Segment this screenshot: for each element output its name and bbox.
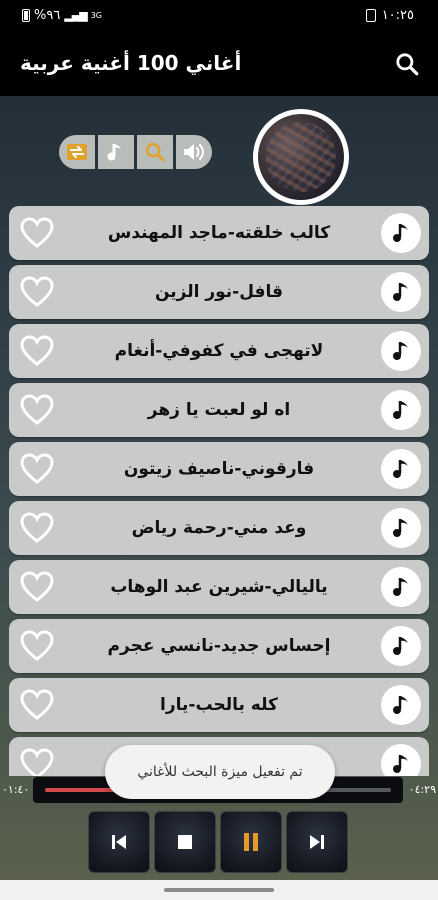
song-item[interactable]: قافل-نور الزين xyxy=(9,265,429,319)
signal-icon: ▂▄▆ xyxy=(64,9,87,22)
next-button[interactable] xyxy=(286,811,348,873)
music-note-icon xyxy=(393,578,408,596)
music-note-icon xyxy=(393,460,408,478)
previous-icon xyxy=(112,835,126,849)
heart-icon[interactable] xyxy=(19,452,55,486)
song-item[interactable]: كله بالحب-يارا xyxy=(9,678,429,732)
battery-percent: %٩٦ xyxy=(34,8,61,23)
battery-icon xyxy=(22,9,30,22)
toast-message: تم تفعيل ميزة البحث للأغاني xyxy=(105,745,335,799)
song-title: كالب خلقته-ماجد المهندس xyxy=(107,223,331,243)
song-item[interactable]: كالب خلقته-ماجد المهندس xyxy=(9,206,429,260)
music-note-icon xyxy=(393,401,408,419)
sim-icon xyxy=(365,9,376,22)
next-icon xyxy=(310,835,324,849)
music-note-icon xyxy=(107,144,121,161)
app-title: أغاني 100 أغنية عربية xyxy=(20,51,242,75)
pause-icon xyxy=(244,833,258,851)
heart-icon[interactable] xyxy=(19,393,55,427)
song-item[interactable]: ياليالي-شيرين عبد الوهاب xyxy=(9,560,429,614)
music-note-icon xyxy=(393,696,408,714)
song-title: ياليالي-شيرين عبد الوهاب xyxy=(110,577,328,597)
heart-icon[interactable] xyxy=(19,688,55,722)
pause-button[interactable] xyxy=(220,811,282,873)
song-item[interactable]: لاتهجى في كفوفي-أنغام xyxy=(9,324,429,378)
note-button[interactable] xyxy=(381,508,421,548)
search-icon[interactable] xyxy=(394,51,420,77)
music-note-button[interactable] xyxy=(98,135,134,169)
song-title: فارقوني-ناصيف زيتون xyxy=(123,459,315,479)
heart-icon[interactable] xyxy=(19,334,55,368)
player-controls xyxy=(88,811,348,873)
music-note-icon xyxy=(393,283,408,301)
song-item[interactable]: وعد مني-رحمة رياض xyxy=(9,501,429,555)
status-left: %٩٦ ▂▄▆ 3G xyxy=(22,8,102,23)
heart-icon[interactable] xyxy=(19,747,55,776)
song-title: لاتهجى في كفوفي-أنغام xyxy=(114,341,324,361)
volume-icon xyxy=(184,144,204,160)
note-button[interactable] xyxy=(381,567,421,607)
note-button[interactable] xyxy=(381,626,421,666)
status-right: ١٠:٢٥ xyxy=(365,8,414,23)
song-title: كله بالحب-يارا xyxy=(160,695,278,715)
heart-icon[interactable] xyxy=(19,216,55,250)
stop-button[interactable] xyxy=(154,811,216,873)
status-bar: %٩٦ ▂▄▆ 3G ١٠:٢٥ xyxy=(0,0,438,34)
stop-icon xyxy=(178,835,192,849)
song-list: كالب خلقته-ماجد المهندس قافل-نور الزين ل… xyxy=(9,206,429,776)
music-note-icon xyxy=(393,342,408,360)
note-button[interactable] xyxy=(381,390,421,430)
music-note-icon xyxy=(393,755,408,773)
heart-icon[interactable] xyxy=(19,570,55,604)
song-title: إحساس جديد-نانسي عجرم xyxy=(107,636,331,656)
heart-icon[interactable] xyxy=(19,275,55,309)
heart-icon[interactable] xyxy=(19,629,55,663)
note-button[interactable] xyxy=(381,272,421,312)
repeat-button[interactable] xyxy=(59,135,95,169)
status-time: ١٠:٢٥ xyxy=(381,8,414,23)
note-button[interactable] xyxy=(381,331,421,371)
home-handle[interactable] xyxy=(164,888,274,892)
previous-button[interactable] xyxy=(88,811,150,873)
album-cover xyxy=(253,109,349,205)
total-duration: ٠٤:٢٩ xyxy=(408,783,436,796)
repeat-icon xyxy=(67,144,87,160)
search-songs-button[interactable] xyxy=(137,135,173,169)
music-note-icon xyxy=(393,637,408,655)
search-icon xyxy=(145,142,165,162)
heart-icon[interactable] xyxy=(19,511,55,545)
music-note-icon xyxy=(393,224,408,242)
note-button[interactable] xyxy=(381,213,421,253)
note-button[interactable] xyxy=(381,449,421,489)
note-button[interactable] xyxy=(381,744,421,776)
network-type: 3G xyxy=(90,11,103,20)
song-item[interactable]: اه لو لعبت يا زهر xyxy=(9,383,429,437)
note-button[interactable] xyxy=(381,685,421,725)
song-item[interactable]: فارقوني-ناصيف زيتون xyxy=(9,442,429,496)
song-title: قافل-نور الزين xyxy=(154,282,284,302)
song-item[interactable]: إحساس جديد-نانسي عجرم xyxy=(9,619,429,673)
song-title: وعد مني-رحمة رياض xyxy=(131,518,307,538)
music-note-icon xyxy=(393,519,408,537)
system-nav-bar xyxy=(0,880,438,900)
song-title: اه لو لعبت يا زهر xyxy=(147,400,291,420)
app-bar: أغاني 100 أغنية عربية xyxy=(0,34,438,96)
elapsed-time: ٠١:٤٠ xyxy=(2,783,30,796)
control-buttons xyxy=(59,135,212,169)
volume-button[interactable] xyxy=(176,135,212,169)
